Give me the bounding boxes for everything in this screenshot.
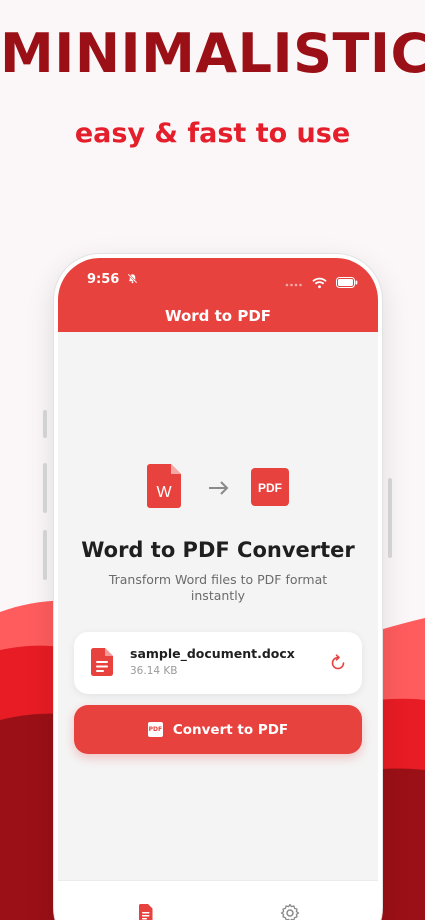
selected-file-card[interactable]: sample_document.docx 36.14 KB <box>74 632 362 694</box>
wifi-icon <box>312 277 327 288</box>
bottom-tab-bar <box>58 880 378 920</box>
phone-volume-up-button <box>43 463 47 513</box>
pdf-file-icon: PDF <box>251 468 289 506</box>
file-size: 36.14 KB <box>130 665 178 677</box>
phone-mockup: 9:56 Word to PDF W PDF Word to PDF Conve… <box>54 254 382 920</box>
app-header: 9:56 Word to PDF <box>58 258 378 332</box>
word-file-icon: W <box>147 464 181 508</box>
word-file-letter: W <box>156 484 172 501</box>
status-time: 9:56 <box>87 272 138 287</box>
tab-settings-gear-icon[interactable] <box>280 903 300 920</box>
pdf-badge-icon: PDF <box>147 722 163 737</box>
convert-to-pdf-button[interactable]: PDF Convert to PDF <box>74 705 362 754</box>
file-name: sample_document.docx <box>130 646 295 661</box>
status-time-text: 9:56 <box>87 272 120 287</box>
phone-mute-switch <box>43 410 47 438</box>
bell-slash-icon <box>127 273 138 284</box>
refresh-icon[interactable] <box>328 653 348 673</box>
hero-icons: W PDF <box>58 464 378 510</box>
pdf-file-label: PDF <box>258 481 282 495</box>
converter-subtitle: Transform Word files to PDF format insta… <box>108 572 328 603</box>
arrow-right-icon <box>209 481 229 495</box>
tab-converter-document-icon[interactable] <box>136 903 156 920</box>
phone-power-button <box>388 478 392 558</box>
converter-title: Word to PDF Converter <box>81 538 355 562</box>
phone-volume-down-button <box>43 530 47 580</box>
signal-dots-icon <box>285 283 302 286</box>
status-icons <box>285 272 358 288</box>
document-icon <box>91 648 113 676</box>
app-title: Word to PDF <box>164 307 272 325</box>
battery-icon <box>336 277 358 288</box>
marketing-tagline: easy & fast to use <box>74 118 351 149</box>
marketing-headline: MINIMALISTIC <box>0 22 425 85</box>
convert-button-label: Convert to PDF <box>172 721 289 738</box>
